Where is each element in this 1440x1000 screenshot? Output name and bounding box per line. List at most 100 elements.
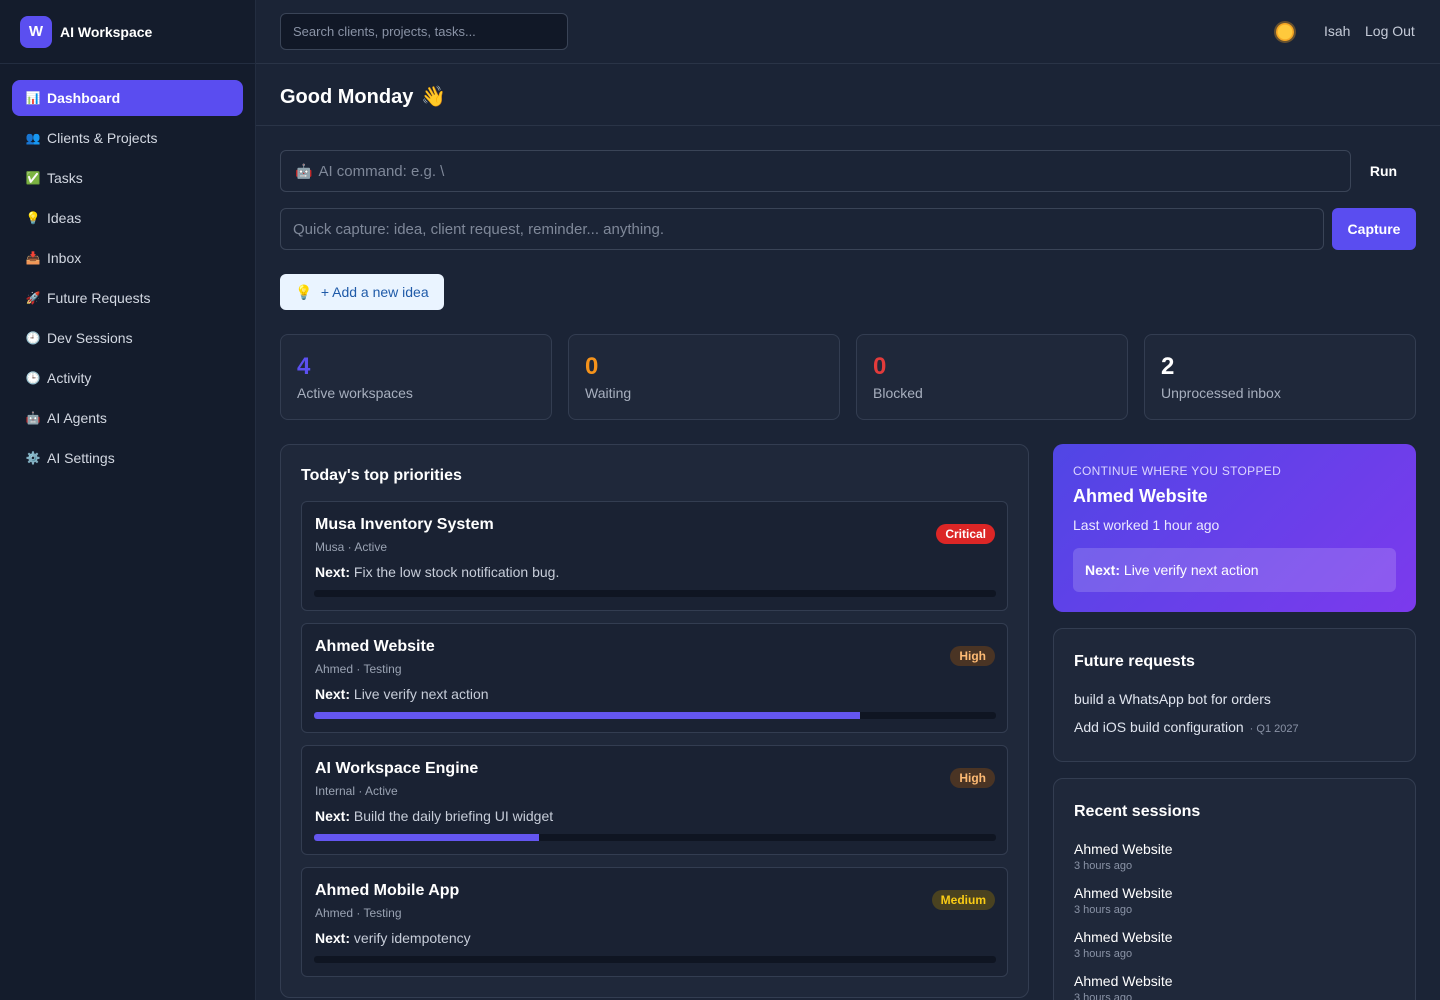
sidebar-item-ai-settings[interactable]: ⚙️ AI Settings <box>12 440 243 476</box>
continue-next-action[interactable]: Next: Live verify next action <box>1073 548 1396 592</box>
future-requests-panel: Future requests build a WhatsApp bot for… <box>1053 628 1416 762</box>
continue-last-worked: Last worked 1 hour ago <box>1073 517 1220 533</box>
sun-icon[interactable] <box>1276 23 1294 41</box>
capture-button[interactable]: Capture <box>1332 208 1416 250</box>
stat-label: Unprocessed inbox <box>1161 385 1281 401</box>
sidebar-item-label: Ideas <box>47 210 82 226</box>
sidebar-item-future-requests[interactable]: 🚀 Future Requests <box>12 280 243 316</box>
sidebar-nav: 📊 Dashboard 👥 Clients & Projects ✅ Tasks 💡 Idea… <box>0 64 255 496</box>
session-item[interactable]: Ahmed Website 3 hours ago <box>1074 973 1173 1000</box>
next-prefix: Next: <box>315 930 351 946</box>
lightbulb-icon: 💡 <box>295 283 313 300</box>
ai-command-row: 🤖 AI command: e.g. \ Run <box>280 150 1416 192</box>
continue-project-name: Ahmed Website <box>1073 486 1208 506</box>
clock-icon: 🕘 <box>25 331 41 345</box>
people-icon: 👥 <box>25 131 41 145</box>
progress-bar <box>314 712 996 719</box>
run-button[interactable]: Run <box>1351 150 1416 192</box>
session-time: 3 hours ago <box>1074 948 1133 960</box>
session-name: Ahmed Website <box>1074 929 1173 945</box>
project-name: Ahmed Website <box>315 638 435 655</box>
next-action: Next: Build the daily briefing UI widget <box>315 808 553 824</box>
session-time: 3 hours ago <box>1074 992 1133 1000</box>
sidebar-item-label: Dashboard <box>47 90 121 106</box>
session-time: 3 hours ago <box>1074 860 1133 872</box>
session-item[interactable]: Ahmed Website 3 hours ago <box>1074 841 1173 872</box>
next-action-text: Fix the low stock notification bug. <box>353 564 560 580</box>
stat-value: 4 <box>297 353 311 380</box>
add-idea-button[interactable]: 💡 + Add a new idea <box>280 274 444 310</box>
stat-card[interactable]: 2 Unprocessed inbox <box>1144 334 1416 420</box>
priority-card[interactable]: Ahmed Mobile App Ahmed · Testing Next: ver… <box>301 867 1008 977</box>
brand[interactable]: W AI Workspace <box>0 0 255 64</box>
sidebar-item-label: Dev Sessions <box>47 330 133 346</box>
bar-chart-icon: 📊 <box>25 91 41 105</box>
next-action-text: Live verify next action <box>1123 562 1259 578</box>
next-prefix: Next: <box>315 808 351 824</box>
sidebar-item-ideas[interactable]: 💡 Ideas <box>12 200 243 236</box>
priority-card[interactable]: Musa Inventory System Musa · Active Next: … <box>301 501 1008 611</box>
waving-hand-icon: 👋 <box>421 86 447 108</box>
sidebar-item-label: Inbox <box>47 250 82 266</box>
ai-command-input[interactable]: 🤖 AI command: e.g. \ <box>280 150 1351 192</box>
next-prefix: Next: <box>1085 562 1121 578</box>
stat-card[interactable]: 0 Blocked <box>856 334 1128 420</box>
continue-card[interactable]: CONTINUE WHERE YOU STOPPED Ahmed Website… <box>1053 444 1416 612</box>
sidebar-item-label: Tasks <box>47 170 83 186</box>
session-item[interactable]: Ahmed Website 3 hours ago <box>1074 885 1173 916</box>
progress-bar <box>314 590 996 597</box>
stat-card[interactable]: 0 Waiting <box>568 334 840 420</box>
project-name: AI Workspace Engine <box>315 760 479 777</box>
stat-card[interactable]: 4 Active workspaces <box>280 334 552 420</box>
next-action-text: verify idempotency <box>353 930 471 946</box>
project-meta: Musa · Active <box>315 540 388 554</box>
priority-badge: Critical <box>936 524 995 544</box>
session-item[interactable]: Ahmed Website 3 hours ago <box>1074 929 1173 960</box>
add-idea-label: + Add a new idea <box>320 284 429 300</box>
search-input[interactable] <box>280 13 568 50</box>
stats-row: 4 Active workspaces 0 Waiting 0 Blocked 2 Unpro… <box>280 334 1416 420</box>
top-priorities-panel: Today's top priorities Musa Inventory Sy… <box>280 444 1029 998</box>
sidebar-item-label: AI Settings <box>47 450 115 466</box>
stat-value: 0 <box>873 353 887 380</box>
inbox-icon: 📥 <box>25 251 41 265</box>
robot-icon: 🤖 <box>25 411 41 425</box>
progress-bar <box>314 834 996 841</box>
project-meta: Ahmed · Testing <box>315 906 402 920</box>
ai-command-placeholder: AI command: e.g. \ <box>318 162 445 180</box>
sidebar-item-ai-agents[interactable]: 🤖 AI Agents <box>12 400 243 436</box>
sidebar-item-activity[interactable]: 🕒 Activity <box>12 360 243 396</box>
future-request-item[interactable]: Add iOS build configuration · Q1 2027 <box>1074 719 1299 735</box>
lightbulb-icon: 💡 <box>25 211 41 225</box>
progress-fill <box>314 712 860 719</box>
sidebar: W AI Workspace 📊 Dashboard 👥 Clients & Proj… <box>0 0 256 1000</box>
progress-bar <box>314 956 996 963</box>
stat-label: Waiting <box>585 385 632 401</box>
project-meta: Internal · Active <box>315 784 398 798</box>
quick-capture-placeholder: Quick capture: idea, client request, rem… <box>293 220 665 238</box>
next-action: Next: verify idempotency <box>315 930 471 946</box>
sidebar-item-dev-sessions[interactable]: 🕘 Dev Sessions <box>12 320 243 356</box>
sidebar-item-clients-projects[interactable]: 👥 Clients & Projects <box>12 120 243 156</box>
sidebar-item-inbox[interactable]: 📥 Inbox <box>12 240 243 276</box>
check-box-icon: ✅ <box>25 171 41 185</box>
sidebar-item-label: AI Agents <box>47 410 107 426</box>
logout-button[interactable]: Log Out <box>1365 23 1415 39</box>
priority-badge: Medium <box>931 890 995 910</box>
continue-label: CONTINUE WHERE YOU STOPPED <box>1073 464 1282 478</box>
next-action-text: Live verify next action <box>353 686 489 702</box>
robot-icon: 🤖 <box>295 162 313 179</box>
stat-value: 2 <box>1161 353 1175 380</box>
sidebar-item-dashboard[interactable]: 📊 Dashboard <box>12 80 243 116</box>
priority-card[interactable]: AI Workspace Engine Internal · Active Next… <box>301 745 1008 855</box>
sidebar-item-tasks[interactable]: ✅ Tasks <box>12 160 243 196</box>
sidebar-item-label: Activity <box>47 370 92 386</box>
quick-capture-input[interactable]: Quick capture: idea, client request, rem… <box>280 208 1324 250</box>
priority-card[interactable]: Ahmed Website Ahmed · Testing Next: Live v… <box>301 623 1008 733</box>
future-request-item[interactable]: build a WhatsApp bot for orders <box>1074 691 1271 707</box>
session-name: Ahmed Website <box>1074 973 1173 989</box>
priority-badge: High <box>950 768 995 788</box>
next-action-text: Build the daily briefing UI widget <box>353 808 554 824</box>
next-prefix: Next: <box>315 564 351 580</box>
stat-value: 0 <box>585 353 599 380</box>
